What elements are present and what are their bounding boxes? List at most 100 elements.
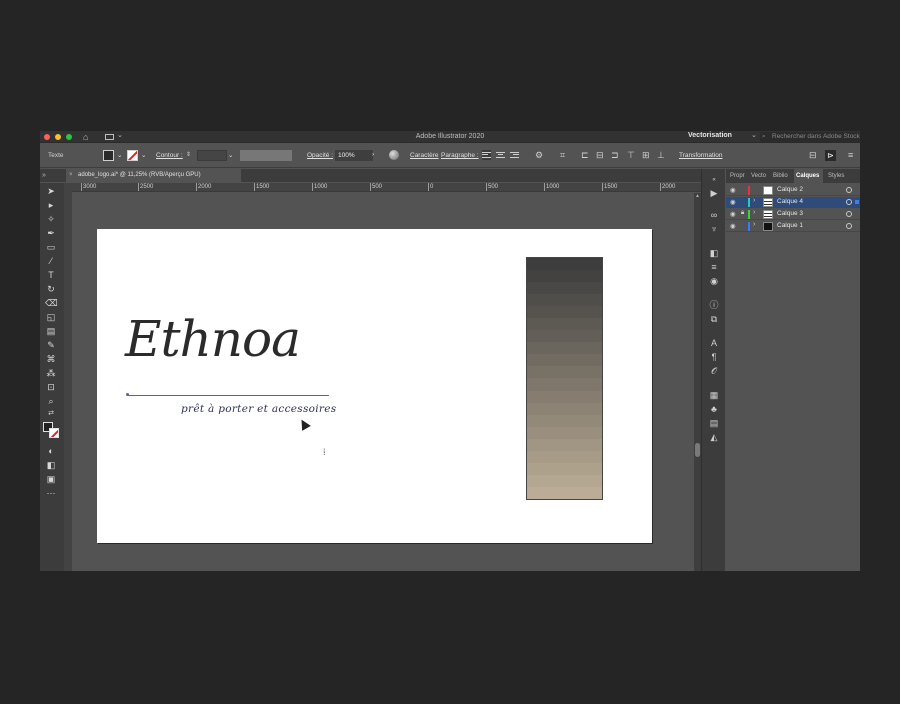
symbols-panel-icon[interactable]: ♣: [708, 403, 720, 415]
layer-name[interactable]: Calque 1: [777, 222, 803, 229]
layer-row[interactable]: ◉ Calque 2: [726, 185, 860, 196]
swatch-band[interactable]: [527, 378, 602, 391]
logo-tagline[interactable]: prêt à porter et accessoires: [181, 403, 336, 415]
info-panel-icon[interactable]: ⓘ: [708, 299, 720, 311]
swatch-band[interactable]: [527, 450, 602, 463]
artboard[interactable]: Ethnoa prêt à porter et accessoires ⁞: [97, 229, 652, 543]
swatch-band[interactable]: [527, 354, 602, 367]
maximize-window-button[interactable]: [66, 134, 72, 140]
logo-wordmark[interactable]: Ethnoa: [125, 314, 301, 364]
stroke-color-swatch[interactable]: [127, 150, 138, 161]
swatch-band[interactable]: [527, 402, 602, 415]
home-icon[interactable]: ⌂: [83, 132, 88, 142]
align-objects-hcenter-icon[interactable]: ⊟: [596, 149, 604, 161]
menu-icon[interactable]: ≡: [848, 149, 853, 161]
gradient-swatch-strip[interactable]: [526, 257, 603, 500]
lock-icon[interactable]: 🔒︎: [741, 210, 744, 217]
layer-name[interactable]: Calque 2: [777, 186, 803, 193]
selection-tool-icon[interactable]: ➤: [45, 185, 57, 197]
tab-properties[interactable]: Propr: [730, 169, 749, 183]
contour-label[interactable]: Contour :: [156, 152, 183, 159]
rectangle-tool-icon[interactable]: ▭: [45, 241, 57, 253]
swatch-band[interactable]: [527, 486, 602, 499]
align-objects-left-icon[interactable]: ⊏: [581, 149, 589, 161]
chevron-down-icon[interactable]: ⌄: [117, 151, 122, 159]
chevron-down-icon[interactable]: ⌄: [751, 131, 757, 139]
close-window-button[interactable]: [44, 134, 50, 140]
swatch-band[interactable]: [527, 462, 602, 475]
contour-weight-input[interactable]: [197, 150, 227, 161]
pen-tool-icon[interactable]: ✒: [45, 227, 57, 239]
chevron-down-icon[interactable]: ⌄: [117, 131, 123, 139]
align-objects-right-icon[interactable]: ⊐: [611, 149, 619, 161]
layer-row[interactable]: ◉ › Calque 4: [726, 197, 860, 208]
swatch-band[interactable]: [527, 306, 602, 319]
arrange-documents-icon[interactable]: ⊳: [825, 150, 836, 161]
vertical-scrollbar[interactable]: ▲: [694, 193, 701, 571]
transparency-panel-icon[interactable]: ◭: [708, 431, 720, 443]
gradient-tool-icon[interactable]: ▤: [45, 325, 57, 337]
tab-styles[interactable]: Styles: [828, 169, 852, 183]
visibility-eye-icon[interactable]: ◉: [730, 222, 736, 230]
chevron-down-icon[interactable]: ⌄: [228, 151, 233, 159]
puppet-warp-icon[interactable]: ♆: [708, 223, 720, 235]
align-center-icon[interactable]: [496, 150, 505, 160]
swap-colors-icon[interactable]: ⇄: [45, 408, 57, 420]
type-tool-icon[interactable]: T: [45, 269, 57, 281]
gradient-panel-icon[interactable]: ◧: [708, 247, 720, 259]
swatch-band[interactable]: [527, 426, 602, 439]
layer-name[interactable]: Calque 3: [777, 210, 803, 217]
opacity-input[interactable]: 100%: [335, 150, 373, 161]
appearance-panel-icon[interactable]: ◉: [708, 275, 720, 287]
stroke-color-swatch[interactable]: [49, 428, 59, 438]
character-panel-link[interactable]: Caractère: [410, 152, 439, 159]
layer-target-icon[interactable]: [846, 223, 852, 229]
layer-target-icon[interactable]: [846, 187, 852, 193]
draw-mode-icon[interactable]: ◧: [45, 459, 57, 471]
align-left-icon[interactable]: [482, 150, 491, 160]
magic-wand-tool-icon[interactable]: ✧: [45, 213, 57, 225]
graphic-styles-icon[interactable]: ▤: [708, 417, 720, 429]
swatch-band[interactable]: [527, 270, 602, 283]
blend-tool-icon[interactable]: ⌘: [45, 353, 57, 365]
align-objects-bottom-icon[interactable]: ⊥: [657, 149, 665, 161]
document-tab[interactable]: × adobe_logo.ai* @ 11,25% (RVB/Aperçu GP…: [66, 169, 241, 182]
layout-icon[interactable]: [105, 134, 114, 140]
expand-layer-icon[interactable]: ›: [753, 197, 755, 204]
recolor-artwork-icon[interactable]: [389, 150, 399, 160]
transform-panel-link[interactable]: Transformation: [679, 152, 722, 159]
swatch-band[interactable]: [527, 258, 602, 271]
expand-layer-icon[interactable]: ›: [753, 209, 755, 216]
close-tab-icon[interactable]: ×: [69, 169, 73, 182]
scale-tool-icon[interactable]: ◱: [45, 311, 57, 323]
visibility-eye-icon[interactable]: ◉: [730, 210, 736, 218]
stock-search-input[interactable]: ⌕ Rechercher dans Adobe Stock: [760, 132, 860, 142]
collapse-dock-icon[interactable]: «: [708, 174, 720, 186]
tab-layers[interactable]: Calques: [794, 169, 823, 183]
warp-icon[interactable]: ⚙: [535, 149, 543, 161]
layer-row[interactable]: ◉ 🔒︎ › Calque 3: [726, 209, 860, 220]
align-objects-vcenter-icon[interactable]: ⊞: [642, 149, 650, 161]
align-objects-top-icon[interactable]: ⊤: [627, 149, 635, 161]
more-tools-icon[interactable]: ⋯: [45, 487, 57, 499]
zoom-tool-icon[interactable]: ⌕: [45, 395, 57, 407]
paragraph-panel-icon[interactable]: ¶: [708, 351, 720, 363]
eyedropper-tool-icon[interactable]: ✎: [45, 339, 57, 351]
artboard-options-icon[interactable]: ⌗: [560, 149, 565, 161]
swatch-band[interactable]: [527, 282, 602, 295]
opentype-panel-icon[interactable]: 𝒪: [708, 365, 720, 377]
swatch-band[interactable]: [527, 342, 602, 355]
stroke-panel-icon[interactable]: ≡: [708, 261, 720, 273]
symbol-sprayer-tool-icon[interactable]: ⁂: [45, 367, 57, 379]
stroke-style-dropdown[interactable]: [240, 150, 292, 161]
direct-selection-tool-icon[interactable]: ▸: [45, 199, 57, 211]
visibility-eye-icon[interactable]: ◉: [730, 198, 736, 206]
tab-libraries[interactable]: Biblio: [773, 169, 794, 183]
fill-color-swatch[interactable]: [103, 150, 114, 161]
layer-selection-indicator[interactable]: [855, 200, 859, 204]
visibility-eye-icon[interactable]: ◉: [730, 186, 736, 194]
screen-mode-icon[interactable]: ▣: [45, 473, 57, 485]
stepper-icon[interactable]: ⇕: [186, 151, 193, 160]
opacity-label[interactable]: Opacité :: [307, 152, 333, 159]
swatch-band[interactable]: [527, 438, 602, 451]
